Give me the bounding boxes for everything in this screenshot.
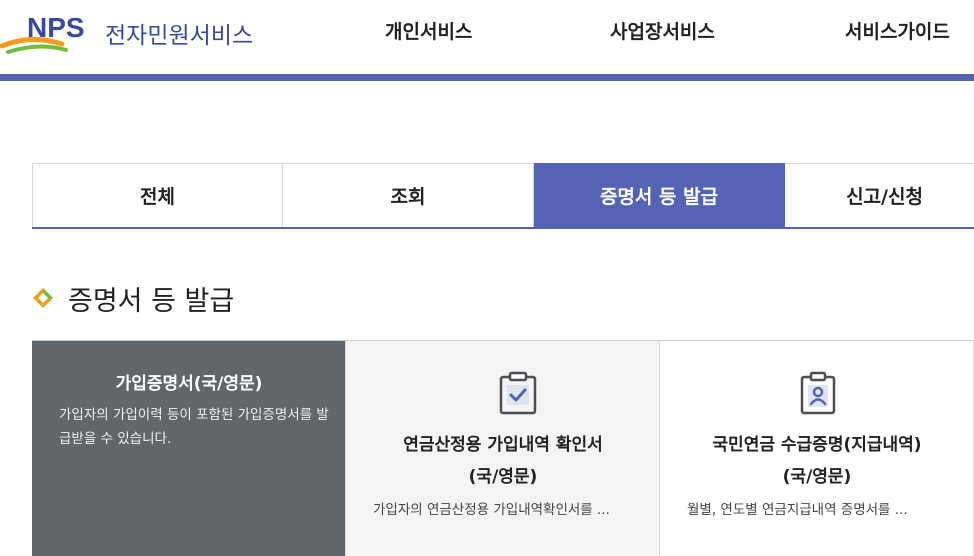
card-description: 가입자의 가입이력 등이 포함된 가입증명서를 발급받을 수 있습니다.	[59, 407, 329, 447]
nav-business-service[interactable]: 사업장서비스	[610, 17, 715, 44]
card-title-line1: 연금산정용 가입내역 확인서	[403, 435, 603, 455]
section-heading: 증명서 등 발급	[32, 280, 235, 317]
card-title: 가입증명서(국/영문)	[115, 374, 263, 394]
card-description: 월별, 연도별 연금지급내역 증명서를 ...	[687, 502, 908, 518]
section-title: 증명서 등 발급	[68, 285, 235, 317]
category-tabs: 전체 조회 증명서 등 발급 신고/신청	[32, 163, 974, 229]
tab-inquiry[interactable]: 조회	[283, 163, 534, 227]
service-name: 전자민원서비스	[105, 23, 254, 49]
card-title: 연금산정용 가입내역 확인서 (국/영문)	[346, 429, 660, 493]
logo-text: NPS	[27, 12, 85, 43]
card-pension-receipt-certificate[interactable]: 국민연금 수급증명(지급내역) (국/영문) 월별, 연도별 연금지급내역 증명…	[660, 341, 974, 556]
clipboard-check-icon	[498, 371, 538, 415]
tab-report-application[interactable]: 신고/신청	[785, 163, 974, 227]
service-card-list: 가입증명서(국/영문) 가입자의 가입이력 등이 포함된 가입증명서를 발급받을…	[32, 340, 974, 556]
card-title: 국민연금 수급증명(지급내역) (국/영문)	[660, 429, 974, 493]
tab-all[interactable]: 전체	[32, 163, 283, 227]
nav-service-guide[interactable]: 서비스가이드	[845, 17, 950, 44]
site-header: NPS 전자민원서비스 개인서비스 사업장서비스 서비스가이드	[0, 0, 974, 78]
id-badge-icon	[798, 371, 838, 415]
card-description: 가입자의 연금산정용 가입내역확인서를 ...	[373, 502, 610, 518]
nav-personal-service[interactable]: 개인서비스	[385, 17, 472, 44]
nps-logo[interactable]: NPS 전자민원서비스	[0, 6, 260, 58]
card-title-line2: (국/영문)	[782, 467, 852, 487]
card-membership-certificate[interactable]: 가입증명서(국/영문) 가입자의 가입이력 등이 포함된 가입증명서를 발급받을…	[32, 341, 346, 556]
card-title-line1: 국민연금 수급증명(지급내역)	[712, 435, 922, 455]
tab-certificate-issuance[interactable]: 증명서 등 발급	[534, 163, 785, 227]
card-title-line2: (국/영문)	[468, 467, 538, 487]
header-divider	[0, 74, 974, 81]
nps-logo-mark: NPS	[0, 12, 85, 54]
diamond-bullet-icon	[32, 287, 54, 309]
card-pension-calc-confirmation[interactable]: 연금산정용 가입내역 확인서 (국/영문) 가입자의 연금산정용 가입내역확인서…	[346, 341, 660, 556]
